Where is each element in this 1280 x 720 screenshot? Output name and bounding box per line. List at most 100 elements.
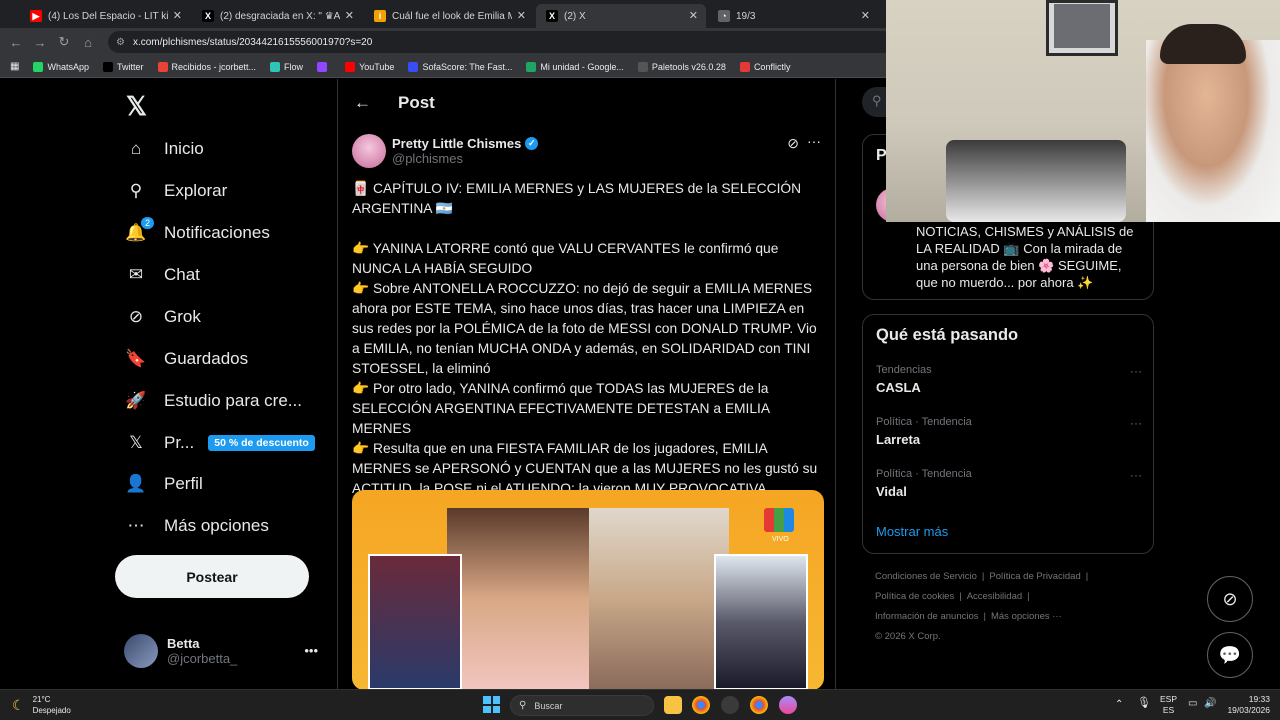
apps-grid-icon[interactable]: ▦	[10, 61, 19, 72]
left-navigation: 𝕏 ⌂ Inicio ⚲ Explorar 🔔 2 Notificaciones ✉ Chat ⊘…	[112, 79, 337, 689]
bookmark-item[interactable]: SofaScore: The Fast...	[408, 61, 512, 72]
rocket-icon: 🚀	[124, 389, 148, 413]
footer-separator: |	[1027, 591, 1030, 602]
x-logo-icon[interactable]: 𝕏	[126, 91, 147, 122]
footer-link[interactable]: © 2026 X Corp.	[875, 631, 941, 642]
back-arrow-icon[interactable]: ←	[354, 93, 384, 113]
footer-link[interactable]: Condiciones de Servicio	[875, 571, 977, 582]
chrome-icon[interactable]	[692, 696, 710, 714]
profile-handle: @jcorbetta_	[167, 651, 238, 666]
tray-chevron-icon[interactable]: ⌃	[1115, 699, 1123, 710]
browser-tab[interactable]: ◔ 19/3 ✕	[708, 4, 878, 28]
nav-item[interactable]: 🚀 Estudio para cre...	[124, 381, 302, 421]
conflictly-icon	[739, 61, 750, 72]
media-inset-right	[714, 554, 808, 689]
footer-link[interactable]: Política de cookies	[875, 591, 954, 602]
bookmark-label: WhatsApp	[47, 61, 89, 72]
taskbar-search[interactable]: ⚲ Buscar	[510, 695, 654, 716]
close-icon[interactable]: ✕	[861, 9, 870, 22]
chrome-icon-2[interactable]	[750, 696, 768, 714]
browser-tab[interactable]: X (2) desgraciada en X: " ♛ABRO ✕	[192, 4, 362, 28]
browser-tab[interactable]: X (2) X ✕	[536, 4, 706, 28]
promo-badge[interactable]: 50 % de descuento	[208, 435, 315, 451]
post-text: 🀄 CAPÍTULO IV: EMILIA MERNES y LAS MUJER…	[352, 181, 818, 496]
bookmark-label: Flow	[284, 61, 304, 72]
bookmark-item[interactable]: Recibidos - jcorbett...	[157, 61, 256, 72]
browser-tab[interactable]: ▶ (4) Los Del Espacio - LIT killah, ✕	[20, 4, 190, 28]
url-text: x.com/plchismes/status/20344216155560019…	[132, 36, 373, 48]
back-icon[interactable]: ←	[4, 35, 28, 50]
nav-item[interactable]: ⋯ Más opciones	[124, 506, 269, 546]
verified-badge-icon: ✓	[525, 137, 539, 150]
nav-item[interactable]: ⌂ Inicio	[124, 129, 204, 169]
grok-icon[interactable]: ⊘	[787, 135, 799, 152]
nav-label: Más opciones	[164, 516, 269, 535]
author-name[interactable]: Pretty Little Chismes	[392, 136, 521, 151]
close-icon[interactable]: ✕	[345, 9, 354, 22]
author-handle[interactable]: @plchismes	[392, 151, 538, 166]
notification-badge: 2	[140, 217, 154, 229]
bookmark-item[interactable]	[317, 61, 331, 72]
network-icon[interactable]: ▭	[1188, 698, 1197, 709]
post-more-icon[interactable]: ···	[807, 133, 821, 149]
footer-link[interactable]: Política de Privacidad	[989, 571, 1080, 582]
home-icon[interactable]: ⌂	[76, 35, 100, 50]
trend-more-icon[interactable]: ···	[1130, 364, 1142, 378]
microphone-icon[interactable]: 🎙	[1137, 698, 1151, 709]
close-icon[interactable]: ✕	[689, 9, 698, 22]
address-bar[interactable]: ⚙ x.com/plchismes/status/203442161555600…	[108, 31, 908, 53]
bookmark-item[interactable]: Twitter	[102, 61, 144, 72]
profile-name: Betta	[167, 636, 200, 651]
file-explorer-icon[interactable]	[664, 696, 682, 714]
nav-item[interactable]: 🔖 Guardados	[124, 339, 248, 379]
nav-glyph: 🚀	[125, 391, 147, 410]
post-media-image[interactable]: VIVO	[352, 490, 824, 689]
show-more-link[interactable]: Mostrar más	[876, 524, 948, 539]
media-photo-woman-left	[447, 508, 589, 689]
more-dots-icon[interactable]: •••	[304, 643, 318, 658]
post-button[interactable]: Postear	[115, 555, 309, 598]
app-icon[interactable]	[779, 696, 797, 714]
reload-icon[interactable]: ↻	[52, 34, 76, 50]
post-author[interactable]: Pretty Little Chismes ✓ @plchismes	[352, 134, 539, 168]
trend-item[interactable]: Política · Tendencia Larreta ···	[876, 416, 1142, 447]
language-indicator[interactable]: ESP ES	[1160, 694, 1177, 716]
nav-item[interactable]: 𝕏 Pr... 50 % de descuento	[124, 423, 315, 463]
grok-fab-icon[interactable]: ⊘	[1207, 576, 1253, 622]
bed	[946, 140, 1126, 222]
weather-widget[interactable]: ☾ 21°C Despejado	[12, 694, 71, 716]
trend-item[interactable]: Política · Tendencia Vidal ···	[876, 468, 1142, 499]
author-avatar[interactable]	[352, 134, 386, 168]
steam-icon[interactable]	[721, 696, 739, 714]
site-info-icon[interactable]: ⚙	[116, 37, 125, 48]
nav-label: Chat	[164, 265, 200, 284]
browser-tab[interactable]: i Cuál fue el look de Emilia Mern ✕	[364, 4, 534, 28]
trend-item[interactable]: Tendencias CASLA ···	[876, 364, 1142, 395]
bookmark-item[interactable]: YouTube	[345, 61, 394, 72]
bookmark-item[interactable]: Paletools v26.0.28	[637, 61, 726, 72]
bookmark-item[interactable]: WhatsApp	[33, 61, 89, 72]
volume-icon[interactable]: 🔊	[1204, 698, 1216, 709]
account-switcher[interactable]: Betta @jcorbetta_ •••	[124, 631, 324, 671]
footer-link[interactable]: Accesibilidad	[967, 591, 1022, 602]
footer-link[interactable]: Información de anuncios	[875, 611, 979, 622]
nav-item[interactable]: ⚲ Explorar	[124, 171, 228, 211]
chat-fab-icon[interactable]: 💬	[1207, 632, 1253, 678]
close-icon[interactable]: ✕	[517, 9, 526, 22]
bookmark-item[interactable]: Conflictly	[739, 61, 790, 72]
start-button[interactable]	[483, 696, 500, 713]
trend-more-icon[interactable]: ···	[1130, 468, 1142, 482]
tab-title: (2) X	[564, 10, 586, 22]
clock[interactable]: 19:33 19/03/2026	[1226, 694, 1270, 716]
bookmark-item[interactable]: Flow	[270, 61, 304, 72]
nav-item[interactable]: ✉ Chat	[124, 255, 200, 295]
footer-link[interactable]: Más opciones ···	[991, 611, 1062, 622]
nav-item[interactable]: 👤 Perfil	[124, 464, 202, 504]
webcam-overlay	[886, 0, 1280, 222]
bookmark-item[interactable]: Mi unidad - Google...	[526, 61, 624, 72]
nav-item[interactable]: ⊘ Grok	[124, 297, 201, 337]
forward-icon[interactable]: →	[28, 35, 52, 50]
close-icon[interactable]: ✕	[173, 9, 182, 22]
nav-item[interactable]: 🔔 2 Notificaciones	[124, 213, 270, 253]
trend-more-icon[interactable]: ···	[1130, 416, 1142, 430]
